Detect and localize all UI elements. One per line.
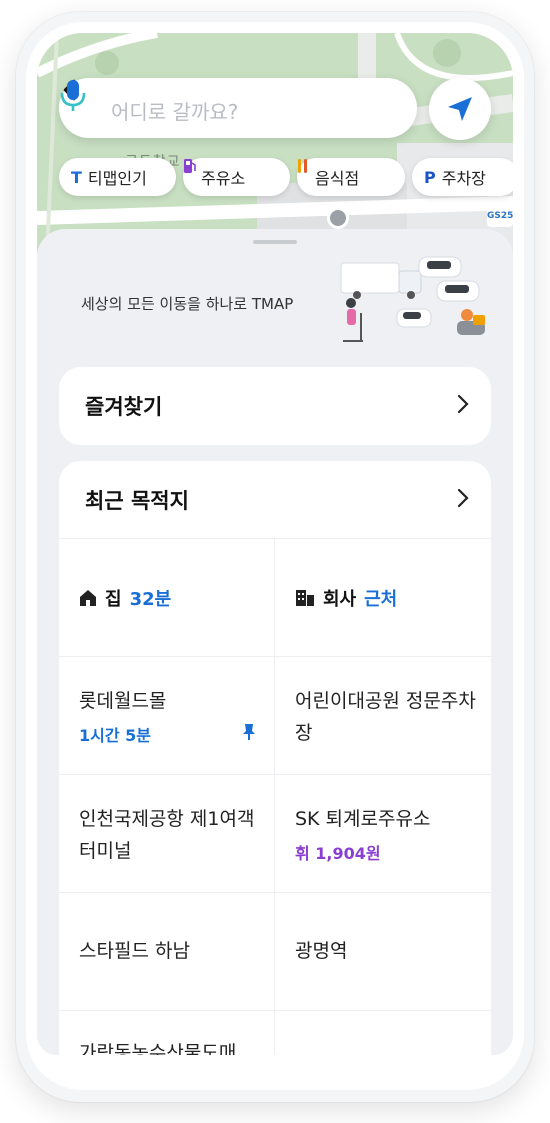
recent-item-title: 가락동농수산물도매 (79, 1042, 237, 1055)
mobility-illustration (340, 256, 485, 342)
home-shortcut[interactable]: 집 32분 (59, 539, 275, 657)
sheet-drag-handle[interactable] (253, 240, 297, 244)
recent-item-price: 휘 1,904원 (295, 844, 381, 863)
recent-destinations-header[interactable]: 최근 목적지 (59, 461, 491, 539)
chip-restaurant[interactable]: 음식점 (297, 158, 405, 196)
building-icon (296, 590, 314, 606)
recent-item-title: 스타필드 하남 (79, 940, 190, 962)
pin-icon[interactable] (242, 723, 256, 741)
recent-item[interactable]: 가락동농수산물도매 (59, 1011, 275, 1055)
recent-item[interactable]: 광명역 (275, 893, 491, 1011)
recent-title: 최근 목적지 (85, 489, 189, 513)
chip-label: 음식점 (315, 169, 360, 188)
favorites-card[interactable]: 즐겨찾기 (59, 367, 491, 445)
recent-item[interactable]: SK 퇴계로주유소 휘 1,904원 (275, 775, 491, 893)
recent-item[interactable]: 롯데월드몰 1시간 5분 (59, 657, 275, 775)
office-status: 근처 (364, 589, 398, 610)
search-placeholder[interactable]: 어디로 갈까요? (111, 96, 238, 125)
map-streets (37, 33, 513, 253)
map-view[interactable]: 근두창교 GS25 어디로 갈까요? T 티맵인기 (37, 33, 513, 253)
favorites-title: 즐겨찾기 (85, 395, 163, 419)
search-bar[interactable]: 어디로 갈까요? (59, 78, 417, 138)
gs25-badge[interactable]: GS25 (487, 205, 513, 227)
home-eta: 32분 (129, 589, 172, 610)
recent-item[interactable]: 어린이대공원 정문주차장 (275, 657, 491, 775)
office-label: 회사 (323, 589, 357, 610)
banner-text: 세상의 모든 이동을 하나로 TMAP (81, 295, 294, 313)
office-line: 회사 근처 (295, 585, 397, 611)
recent-item-title: 인천국제공항 제1여객터미널 (79, 808, 255, 862)
app-screen: 근두창교 GS25 어디로 갈까요? T 티맵인기 (37, 33, 513, 1055)
chip-parking[interactable]: P 주차장 (412, 158, 513, 196)
chevron-right-icon (457, 488, 469, 508)
recent-destinations-card: 최근 목적지 집 32분 회사 근처 롯데월드몰 1시간 5분 어린이대공원 정… (59, 461, 491, 1055)
home-label: 집 (105, 589, 122, 610)
chip-label: 주차장 (441, 169, 486, 188)
office-shortcut[interactable]: 회사 근처 (275, 539, 491, 657)
home-icon (80, 590, 96, 606)
chip-label: 주유소 (201, 169, 246, 188)
recent-item[interactable]: 스타필드 하남 (59, 893, 275, 1011)
chevron-right-icon (457, 394, 469, 414)
tmap-logo-icon: T (71, 167, 82, 187)
recent-item-eta: 1시간 5분 (79, 726, 151, 745)
recent-item-title: 어린이대공원 정문주차장 (295, 690, 476, 744)
chip-tmap-popular[interactable]: T 티맵인기 (59, 158, 176, 196)
recent-item-empty (275, 1011, 491, 1055)
home-line: 집 32분 (79, 585, 171, 611)
parking-icon: P (424, 167, 436, 187)
recent-item-title: SK 퇴계로주유소 (295, 808, 431, 830)
current-location-button[interactable] (429, 78, 491, 140)
recent-item-title: 롯데월드몰 (79, 690, 167, 712)
chip-gas-station[interactable]: 주유소 (183, 158, 290, 196)
navigation-arrow-icon (448, 97, 472, 121)
microphone-icon[interactable] (59, 78, 87, 112)
bottom-sheet[interactable]: 세상의 모든 이동을 하나로 TMAP 즐겨찾기 최근 목적지 집 32분 회사… (37, 229, 513, 1055)
category-chips: T 티맵인기 주유소 음식점 P 주차장 (59, 158, 513, 198)
recent-item[interactable]: 인천국제공항 제1여객터미널 (59, 775, 275, 893)
map-poi-marker[interactable] (327, 207, 349, 229)
chip-label: 티맵인기 (87, 169, 147, 188)
recent-item-title: 광명역 (295, 940, 348, 962)
